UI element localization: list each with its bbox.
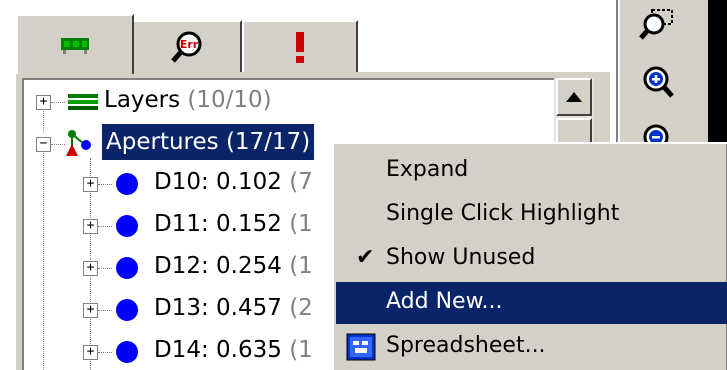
board-icon	[61, 38, 89, 54]
zoom-window-icon	[639, 9, 673, 40]
tree-item-layers[interactable]: + Layers (10/10)	[24, 82, 544, 122]
item-count: (17/17)	[225, 129, 311, 155]
context-menu: Expand Single Click Highlight ✔ Show Unu…	[332, 142, 727, 370]
item-count: (1	[289, 253, 313, 279]
tree-item-label: D10: 0.102 (7	[154, 169, 313, 195]
item-count: (1	[289, 337, 313, 363]
item-count: (2	[289, 295, 313, 321]
zoom-in-icon	[643, 66, 674, 98]
tab-errors[interactable]: Err	[132, 20, 242, 72]
expand-toggle[interactable]: +	[83, 261, 98, 276]
scroll-up-button[interactable]	[556, 78, 592, 116]
menu-item-add-new[interactable]: Add New...	[336, 282, 727, 324]
zoom-window-button[interactable]	[636, 4, 680, 48]
spreadsheet-icon	[346, 333, 376, 361]
menu-item-expand[interactable]: Expand	[336, 150, 727, 192]
tab-layers[interactable]	[16, 14, 134, 74]
tree-item-label: D14: 0.635 (1	[154, 337, 313, 363]
tree-item-label: Apertures (17/17)	[102, 124, 315, 160]
item-count: (7	[289, 169, 313, 195]
expand-toggle[interactable]: +	[83, 345, 98, 360]
menu-item-spreadsheet[interactable]: Spreadsheet...	[336, 326, 727, 368]
item-count: (10/10)	[187, 87, 272, 113]
tree-item-label: D12: 0.254 (1	[154, 253, 313, 279]
tree-item-label: D11: 0.152 (1	[154, 211, 313, 237]
menu-item-single-click-highlight[interactable]: Single Click Highlight	[336, 194, 727, 236]
menu-item-show-unused[interactable]: ✔ Show Unused	[336, 238, 727, 280]
svg-text:Err: Err	[180, 38, 199, 51]
tab-warnings[interactable]	[242, 20, 358, 72]
error-magnifier-icon: Err	[171, 31, 202, 63]
expand-toggle[interactable]: +	[83, 219, 98, 234]
tree-item-label: Layers (10/10)	[104, 87, 272, 113]
aperture-dot-icon	[116, 257, 138, 279]
layers-icon	[68, 94, 98, 110]
tree-item-label: D13: 0.457 (2	[154, 295, 313, 321]
item-count: (1	[289, 211, 313, 237]
tab-strip: Err	[0, 0, 610, 74]
arrow-up-icon	[566, 92, 582, 102]
aperture-dot-icon	[116, 341, 138, 363]
aperture-dot-icon	[116, 215, 138, 237]
checkmark-icon: ✔	[356, 245, 375, 270]
expand-toggle[interactable]: +	[36, 95, 51, 110]
apertures-icon	[66, 130, 91, 156]
expand-toggle[interactable]: +	[83, 303, 98, 318]
collapse-toggle[interactable]: −	[36, 137, 51, 152]
aperture-dot-icon	[116, 299, 138, 321]
zoom-in-button[interactable]	[636, 62, 680, 106]
exclamation-icon	[296, 32, 304, 63]
aperture-dot-icon	[116, 173, 138, 195]
expand-toggle[interactable]: +	[83, 177, 98, 192]
